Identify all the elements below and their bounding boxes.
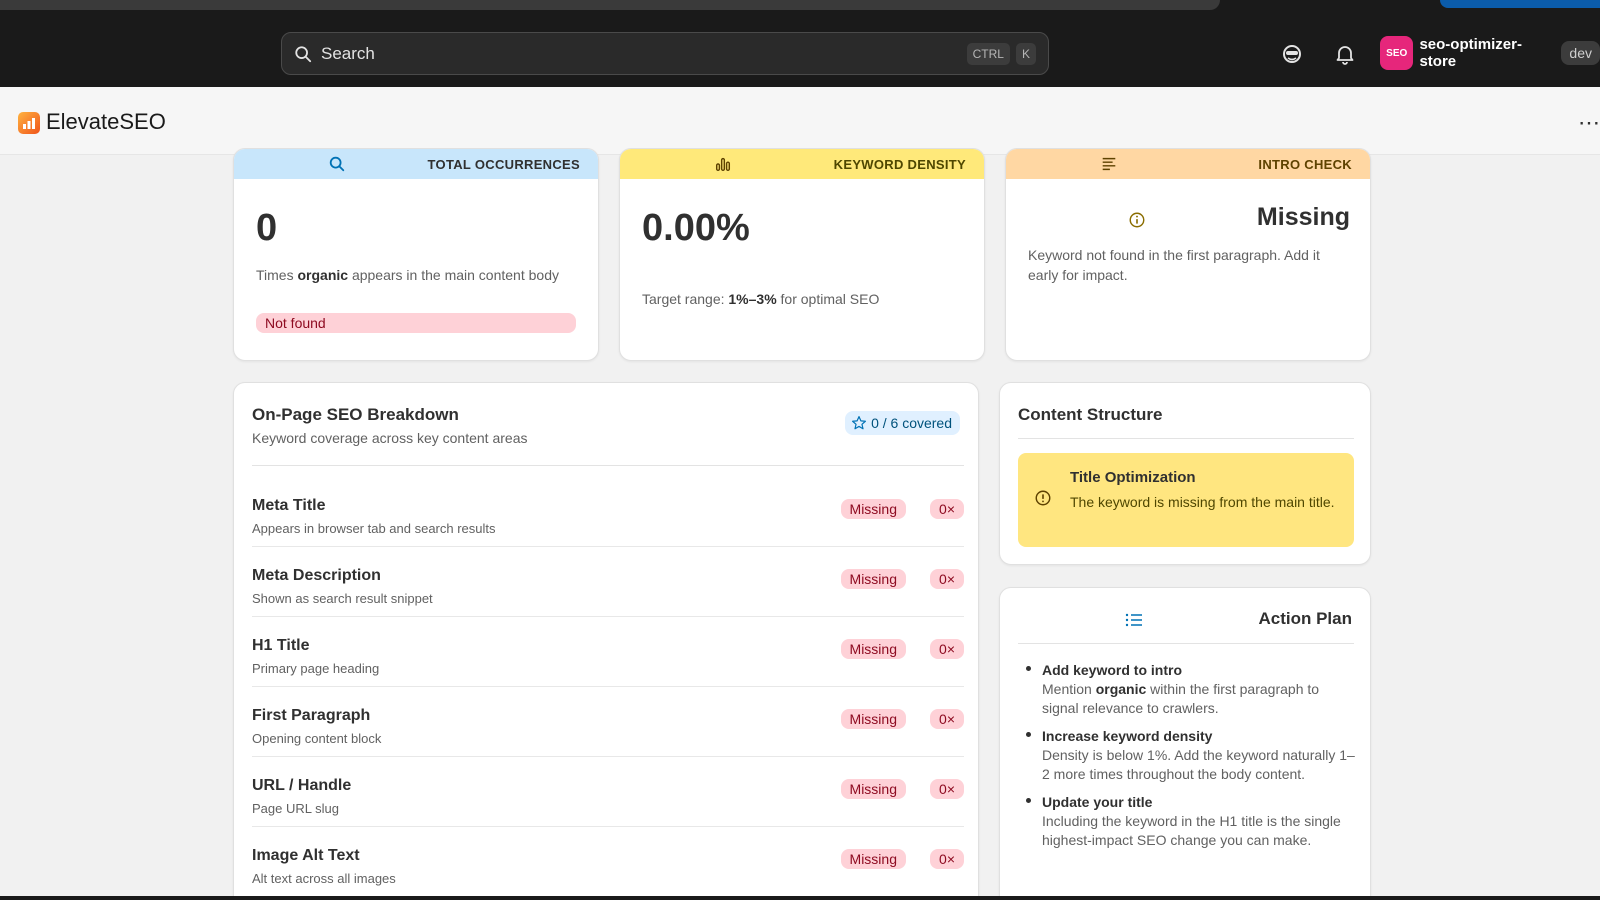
status-badge: Missing bbox=[840, 639, 906, 659]
status-badge: Missing bbox=[840, 849, 906, 869]
table-row: URL / Handle Page URL slug Missing 0× bbox=[252, 757, 964, 827]
table-row: Image Alt Text Alt text across all image… bbox=[252, 827, 964, 897]
occurrence-description: Times organic appears in the main conten… bbox=[256, 267, 559, 283]
keyword-density-card: KEYWORD DENSITY 0.00% Target range: 1%–3… bbox=[619, 148, 985, 361]
section-title: On-Page SEO Breakdown bbox=[252, 405, 459, 424]
shortcut-k-key: K bbox=[1015, 42, 1036, 65]
list-item: Update your title Including the keyword … bbox=[1026, 792, 1358, 850]
admin-topbar: Search CTRL K SEO seo-optimizer-store de… bbox=[0, 10, 1600, 87]
intro-description: Keyword not found in the first paragraph… bbox=[1028, 247, 1320, 283]
search-icon bbox=[329, 156, 345, 172]
section-title: Content Structure bbox=[1018, 405, 1163, 424]
bottom-edge bbox=[0, 896, 1600, 900]
count-badge: 0× bbox=[930, 569, 964, 589]
coverage-badge: 0 / 6 covered bbox=[845, 411, 960, 435]
keyword-text: organic bbox=[1095, 681, 1147, 697]
total-occurrences-card: TOTAL OCCURRENCES 0 Times organic appear… bbox=[233, 148, 599, 361]
title-optimization-alert: Title Optimization The keyword is missin… bbox=[1018, 453, 1354, 547]
status-badge: Missing bbox=[840, 709, 906, 729]
more-horizontal-icon[interactable]: ⋯ bbox=[1578, 110, 1600, 136]
keyword-text: organic bbox=[297, 267, 349, 283]
app-logo-icon bbox=[18, 112, 40, 134]
app-title: ElevateSEO bbox=[46, 109, 166, 134]
divider bbox=[1018, 643, 1354, 644]
list-icon bbox=[1125, 613, 1142, 627]
occurrence-count: 0 bbox=[256, 207, 278, 249]
seo-breakdown-card: On-Page SEO Breakdown Keyword coverage a… bbox=[233, 382, 979, 900]
status-badge: Missing bbox=[840, 779, 906, 799]
bell-icon[interactable] bbox=[1333, 42, 1357, 66]
bar-chart-icon bbox=[715, 157, 731, 172]
count-badge: 0× bbox=[930, 499, 964, 519]
action-list: Add keyword to intro Mention organic wit… bbox=[1026, 660, 1358, 858]
store-avatar: SEO bbox=[1380, 36, 1414, 70]
divider bbox=[252, 465, 964, 466]
shortcut-ctrl-key: CTRL bbox=[966, 42, 1010, 65]
target-range: 1%–3% bbox=[728, 291, 777, 307]
star-icon bbox=[852, 416, 867, 430]
store-name: seo-optimizer-store bbox=[1419, 36, 1522, 70]
list-item: Add keyword to intro Mention organic wit… bbox=[1026, 660, 1358, 718]
card-header: KEYWORD DENSITY bbox=[620, 149, 984, 179]
intro-check-card: INTRO CHECK Missing Keyword not found in… bbox=[1005, 148, 1371, 361]
card-label: TOTAL OCCURRENCES bbox=[427, 156, 580, 172]
divider bbox=[1018, 438, 1354, 439]
store-menu[interactable]: SEO seo-optimizer-store dev bbox=[1380, 36, 1600, 70]
app-header: ElevateSEO ⋯ bbox=[0, 87, 1600, 155]
browser-chrome bbox=[0, 0, 1600, 10]
status-badge: Not found bbox=[256, 313, 576, 333]
action-plan-card: Action Plan Add keyword to intro Mention… bbox=[999, 587, 1371, 900]
search-icon bbox=[295, 45, 312, 62]
intro-status: Missing bbox=[1256, 203, 1350, 231]
search-bar[interactable]: Search CTRL K bbox=[281, 32, 1049, 75]
status-badge: Missing bbox=[840, 499, 906, 519]
density-description: Target range: 1%–3% for optimal SEO bbox=[642, 291, 880, 307]
table-row: Meta Description Shown as search result … bbox=[252, 547, 964, 617]
card-label: INTRO CHECK bbox=[1258, 156, 1352, 172]
bullet-icon bbox=[1026, 798, 1031, 803]
bullet-icon bbox=[1026, 666, 1031, 671]
list-item: Increase keyword density Density is belo… bbox=[1026, 726, 1358, 784]
search-placeholder: Search bbox=[321, 43, 375, 63]
card-header: INTRO CHECK bbox=[1006, 149, 1370, 179]
section-title: Action Plan bbox=[1258, 609, 1352, 628]
text-align-icon bbox=[1102, 157, 1116, 171]
count-badge: 0× bbox=[930, 709, 964, 729]
status-badge: Missing bbox=[840, 569, 906, 589]
card-header: TOTAL OCCURRENCES bbox=[234, 149, 598, 179]
count-badge: 0× bbox=[930, 849, 964, 869]
table-row: Meta Title Appears in browser tab and se… bbox=[252, 477, 964, 547]
section-subtitle: Keyword coverage across key content area… bbox=[252, 430, 528, 446]
card-label: KEYWORD DENSITY bbox=[833, 156, 966, 172]
alert-description: The keyword is missing from the main tit… bbox=[1070, 494, 1335, 510]
count-badge: 0× bbox=[930, 639, 964, 659]
alert-title: Title Optimization bbox=[1070, 469, 1196, 486]
table-row: First Paragraph Opening content block Mi… bbox=[252, 687, 964, 757]
count-badge: 0× bbox=[930, 779, 964, 799]
browser-action-button[interactable] bbox=[1440, 0, 1600, 8]
info-icon bbox=[1129, 212, 1145, 228]
bullet-icon bbox=[1026, 732, 1031, 737]
env-badge: dev bbox=[1561, 41, 1600, 65]
warning-icon bbox=[1035, 490, 1051, 506]
table-row: H1 Title Primary page heading Missing 0× bbox=[252, 617, 964, 687]
sidekick-icon[interactable] bbox=[1280, 42, 1304, 66]
content-structure-card: Content Structure Title Optimization The… bbox=[999, 382, 1371, 565]
density-value: 0.00% bbox=[642, 207, 750, 249]
browser-tab[interactable] bbox=[0, 0, 1220, 10]
